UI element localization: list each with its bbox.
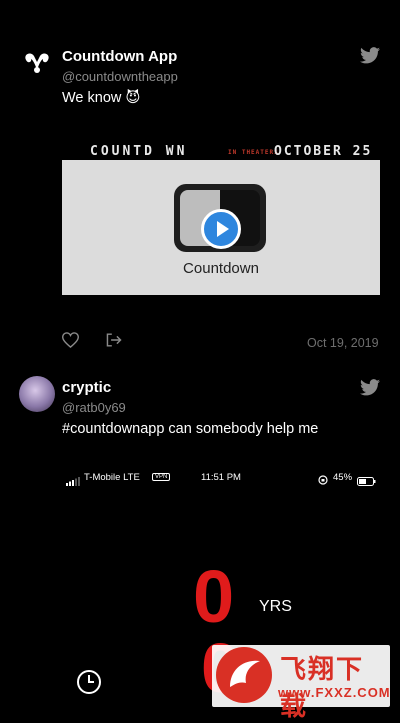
signal-icon <box>66 473 80 491</box>
twitter-bird-icon[interactable] <box>360 47 380 64</box>
vpn-badge: VPN <box>152 473 171 481</box>
orientation-lock-icon <box>318 472 328 490</box>
tweet-2[interactable]: cryptic @ratb0y69 #countdownapp can some… <box>0 366 400 446</box>
heart-icon[interactable] <box>61 332 80 353</box>
tweet-1[interactable]: Countdown App @countdowntheapp We know 😈… <box>0 0 400 360</box>
video-caption: Countdown <box>183 260 259 277</box>
tweet-video[interactable]: Countdown <box>62 160 380 295</box>
watermark: 飞翔下载 www.FXXZ.COM <box>212 645 391 721</box>
tweet-author-handle[interactable]: @ratb0y69 <box>62 400 126 415</box>
clock-icon[interactable] <box>76 669 102 700</box>
tweet-text: We know 😈 <box>62 90 141 106</box>
twitter-bird-icon[interactable] <box>360 379 380 396</box>
watermark-logo-icon <box>216 647 272 703</box>
ram-logo-icon[interactable] <box>22 50 52 76</box>
countdown-years-label: YRS <box>259 598 292 615</box>
banner-title: COUNTD WN <box>90 144 188 159</box>
phone-status-bar: T-Mobile LTE VPN 11:51 PM 45% <box>0 470 400 486</box>
battery-percent: 45% <box>333 472 353 483</box>
banner-in-theaters: IN THEATERS <box>228 149 279 156</box>
tweet-text: #countdownapp can somebody help me <box>62 421 319 437</box>
avatar[interactable] <box>19 376 55 412</box>
tweet-date: Oct 19, 2019 <box>307 336 379 350</box>
tweet-author-name[interactable]: cryptic <box>62 379 111 396</box>
tweet-author-name[interactable]: Countdown App <box>62 48 177 65</box>
share-icon[interactable] <box>105 332 123 353</box>
movie-banner: COUNTD WN IN THEATERS OCTOBER 25 <box>62 144 380 160</box>
carrier-label: T-Mobile LTE <box>84 472 140 483</box>
battery-icon <box>357 473 376 491</box>
banner-date: OCTOBER 25 <box>274 144 373 159</box>
play-icon[interactable] <box>201 209 241 249</box>
watermark-url: www.FXXZ.COM <box>278 685 391 700</box>
countdown-years-digit: 0 <box>193 555 235 638</box>
status-time: 11:51 PM <box>201 472 241 483</box>
tweet-author-handle[interactable]: @countdowntheapp <box>62 69 178 84</box>
